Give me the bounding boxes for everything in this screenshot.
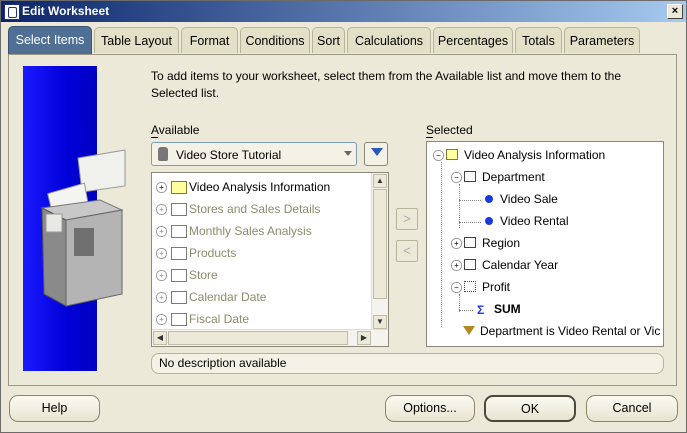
tab-calculations[interactable]: Calculations [347, 27, 431, 53]
folder-icon [171, 225, 187, 238]
folder-icon [171, 291, 187, 304]
options-button[interactable]: Options... [385, 395, 475, 422]
tab-format[interactable]: Format [181, 27, 238, 53]
selected-label: Selected [426, 123, 473, 137]
help-button[interactable]: Help [9, 395, 100, 422]
tab-conditions[interactable]: Conditions [240, 27, 310, 53]
measure-icon [464, 281, 476, 292]
available-label: Available [151, 123, 200, 137]
sigma-icon: Σ [477, 303, 485, 317]
title-bar[interactable]: Edit Worksheet × [1, 1, 686, 22]
tab-totals[interactable]: Totals [515, 27, 562, 53]
scroll-thumb[interactable] [168, 331, 348, 345]
folder-icon [171, 247, 187, 260]
item-icon [464, 171, 476, 182]
expand-icon[interactable]: + [156, 292, 167, 303]
filter-button[interactable] [364, 142, 388, 166]
item-icon [464, 259, 476, 270]
folder-icon [446, 149, 458, 160]
scroll-down-icon[interactable]: ▼ [373, 315, 387, 329]
tab-percentages[interactable]: Percentages [433, 27, 513, 53]
tab-select-items[interactable]: Select Items [8, 26, 92, 54]
expand-icon[interactable]: + [156, 270, 167, 281]
expand-icon[interactable]: + [451, 238, 462, 249]
expand-icon[interactable]: + [451, 260, 462, 271]
chevron-down-icon[interactable] [344, 151, 352, 156]
expand-icon[interactable]: + [156, 182, 167, 193]
expand-icon[interactable]: + [156, 248, 167, 259]
app-icon [4, 4, 20, 20]
horizontal-scrollbar[interactable]: ◀ ▶ [152, 329, 388, 346]
move-right-button[interactable]: > [396, 208, 418, 230]
folder-icon [171, 181, 187, 194]
vertical-scrollbar[interactable]: ▲ ▼ [371, 173, 388, 330]
database-icon [158, 147, 168, 161]
scroll-up-icon[interactable]: ▲ [373, 174, 387, 188]
business-area-select[interactable]: Video Store Tutorial [151, 142, 357, 166]
expand-icon[interactable]: + [156, 204, 167, 215]
folder-icon [171, 269, 187, 282]
available-list[interactable]: + Video Analysis Information + Stores an… [151, 172, 389, 347]
file-cabinet-icon [40, 149, 126, 307]
move-left-button[interactable]: < [396, 240, 418, 262]
scroll-thumb[interactable] [373, 189, 387, 299]
selected-tree[interactable]: − Video Analysis Information − Departmen… [426, 141, 664, 347]
scroll-right-icon[interactable]: ▶ [357, 331, 371, 345]
expand-icon[interactable]: + [156, 314, 167, 325]
collapse-icon[interactable]: − [433, 150, 444, 161]
description-box: No description available [151, 353, 664, 374]
tab-sort[interactable]: Sort [312, 27, 345, 53]
cancel-button[interactable]: Cancel [586, 395, 678, 422]
folder-icon [171, 313, 187, 326]
instructions-text: To add items to your worksheet, select t… [151, 69, 622, 100]
collapse-icon[interactable]: − [451, 172, 462, 183]
folder-icon [171, 203, 187, 216]
value-dot-icon [485, 195, 493, 203]
ok-button[interactable]: OK [484, 395, 576, 422]
expand-icon[interactable]: + [156, 226, 167, 237]
tab-parameters[interactable]: Parameters [564, 27, 640, 53]
scroll-left-icon[interactable]: ◀ [153, 331, 167, 345]
value-dot-icon [485, 217, 493, 225]
item-icon [464, 237, 476, 248]
window-title: Edit Worksheet [22, 4, 110, 18]
close-button[interactable]: × [667, 4, 683, 19]
funnel-icon [463, 326, 475, 335]
collapse-icon[interactable]: − [451, 282, 462, 293]
business-area-value: Video Store Tutorial [176, 148, 282, 162]
tab-table-layout[interactable]: Table Layout [94, 27, 179, 53]
